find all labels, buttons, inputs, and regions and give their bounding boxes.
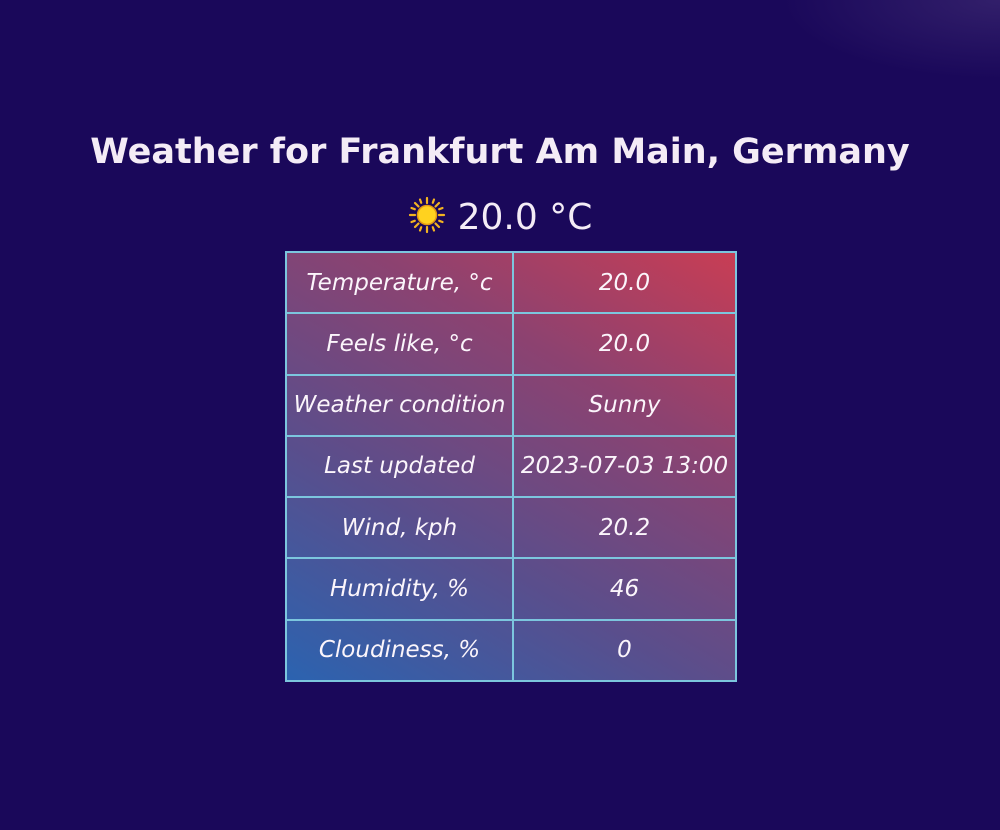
row-label: Last updated — [285, 434, 514, 499]
row-label: Humidity, % — [285, 557, 514, 621]
row-label: Wind, kph — [285, 496, 514, 560]
row-value: Sunny — [512, 373, 737, 437]
table-row: Cloudiness, % 0 — [285, 618, 737, 683]
background-glow — [780, 0, 1000, 80]
table-row: Wind, kph 20.2 — [285, 496, 737, 560]
current-temperature: 20.0 °C — [457, 197, 593, 238]
row-label: Feels like, °c — [285, 312, 514, 376]
current-weather: 20.0 °C — [0, 192, 1000, 244]
table-row: Humidity, % 46 — [285, 557, 737, 621]
row-value: 0 — [512, 618, 737, 683]
row-label: Weather condition — [285, 373, 514, 437]
table-row: Feels like, °c 20.0 — [285, 312, 737, 376]
row-value: 20.0 — [512, 250, 737, 315]
page-title: Weather for Frankfurt Am Main, Germany — [90, 132, 910, 172]
sun-icon — [408, 196, 446, 234]
table-row: Weather condition Sunny — [285, 373, 737, 437]
row-label: Temperature, °c — [285, 250, 514, 315]
row-value: 46 — [512, 557, 737, 621]
row-value: 20.0 — [512, 312, 737, 376]
row-label: Cloudiness, % — [285, 618, 514, 683]
weather-details-table: Temperature, °c 20.0 Feels like, °c 20.0 Wea… — [285, 250, 737, 683]
row-value: 20.2 — [512, 496, 737, 560]
row-value: 2023-07-03 13:00 — [512, 434, 737, 499]
table-row: Temperature, °c 20.0 — [285, 250, 737, 315]
table-row: Last updated 2023-07-03 13:00 — [285, 434, 737, 499]
